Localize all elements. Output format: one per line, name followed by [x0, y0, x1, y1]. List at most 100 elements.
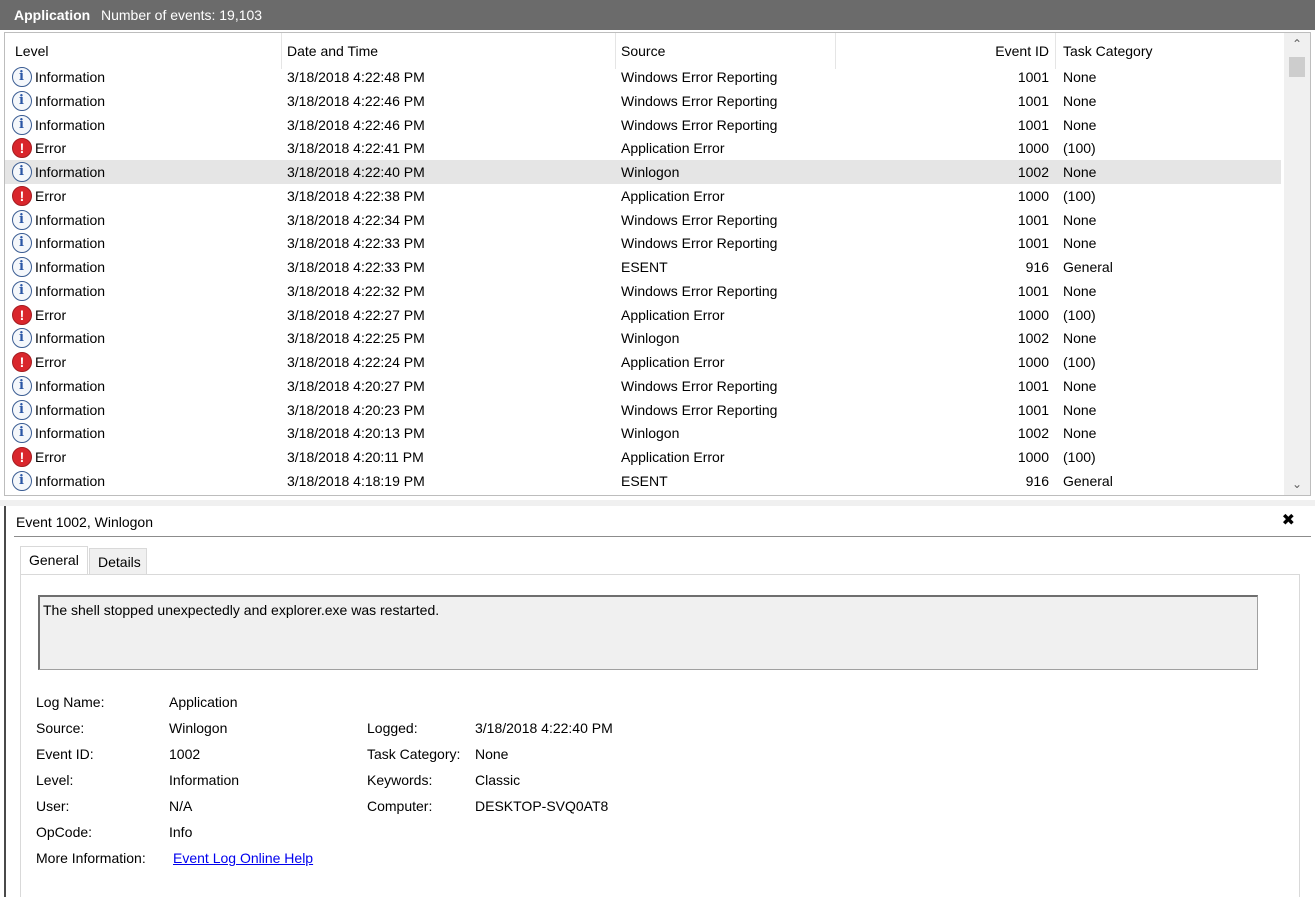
tab-general[interactable]: General	[20, 546, 88, 576]
date-time-cell: 3/18/2018 4:22:25 PM	[287, 330, 425, 347]
level-cell: Information	[35, 425, 106, 442]
level-cell: Error	[35, 306, 67, 323]
event-log-online-help-link[interactable]: Event Log Online Help	[173, 850, 313, 866]
keywords-value[interactable]: Classic	[475, 772, 520, 788]
log-name: Application	[14, 7, 91, 23]
scrollbar-thumb[interactable]	[1289, 57, 1305, 77]
table-row[interactable]: Information 3/18/2018 4:22:34 PM Windows E…	[5, 208, 1281, 232]
computer-value[interactable]: DESKTOP-SVQ0AT8	[475, 798, 608, 814]
source-value[interactable]: Winlogon	[169, 720, 227, 736]
source-cell: ESENT	[621, 472, 668, 489]
task-category-label: Task Category:	[367, 746, 461, 762]
table-row[interactable]: Information 3/18/2018 4:22:40 PM Winlogon 1…	[5, 160, 1281, 184]
level-cell: Error	[35, 449, 67, 465]
level-cell: Information	[35, 164, 106, 180]
source-cell: Application Error	[621, 354, 725, 370]
level-cell: Information	[35, 235, 106, 252]
opcode-value[interactable]: Info	[169, 824, 192, 840]
column-header-date[interactable]: Date and Time	[287, 43, 378, 59]
source-cell: Windows Error Reporting	[621, 92, 778, 109]
level-cell: Information	[35, 282, 106, 299]
log-name-label: Log Name:	[36, 694, 105, 710]
source-cell: Application Error	[621, 187, 725, 204]
task-category-cell: None	[1063, 235, 1097, 252]
level-label: Level:	[36, 772, 74, 788]
source-cell: Winlogon	[621, 330, 680, 347]
task-category-cell: None	[1063, 164, 1097, 180]
table-row[interactable]: Information 3/18/2018 4:18:19 PM ESENT 916 G…	[5, 469, 1281, 493]
source-label: Source:	[36, 720, 85, 736]
source-cell: Windows Error Reporting	[621, 377, 778, 394]
error-icon	[12, 185, 32, 206]
table-row[interactable]: Information 3/18/2018 4:20:23 PM Windows E…	[5, 398, 1281, 422]
event-detail-pane: Event 1002, Winlogon ✖ General Details T…	[4, 506, 1311, 897]
table-row[interactable]: Information 3/18/2018 4:22:33 PM Windows E…	[5, 231, 1281, 255]
level-cell: Information	[35, 401, 106, 418]
source-cell: Winlogon	[621, 425, 680, 442]
table-row[interactable]: Error 3/18/2018 4:22:27 PM Application Err…	[5, 303, 1281, 327]
close-icon[interactable]: ✖	[1282, 510, 1295, 530]
event-description[interactable]: The shell stopped unexpectedly and explo…	[38, 595, 1258, 670]
info-icon	[12, 90, 32, 111]
table-row[interactable]: Information 3/18/2018 4:22:25 PM Winlogon 1…	[5, 326, 1281, 350]
event-id-value[interactable]: 1002	[169, 746, 200, 762]
level-cell: Information	[35, 69, 106, 85]
table-row[interactable]: Information 3/18/2018 4:20:27 PM Windows E…	[5, 374, 1281, 398]
event-id-cell: 1001	[1017, 116, 1049, 133]
info-icon	[12, 399, 32, 420]
table-row[interactable]: Information 3/18/2018 4:22:46 PM Windows E…	[5, 89, 1281, 113]
tab-details[interactable]: Details	[89, 548, 147, 576]
keywords-label: Keywords:	[367, 772, 433, 788]
task-category-cell: (100)	[1063, 449, 1096, 465]
event-list[interactable]: Level Date and Time Source Event ID Task…	[4, 32, 1311, 496]
info-icon	[12, 114, 32, 135]
task-category-cell: None	[1063, 425, 1097, 442]
table-row[interactable]: Error 3/18/2018 4:22:38 PM Application Err…	[5, 184, 1281, 208]
source-cell: Application Error	[621, 306, 725, 323]
level-cell: Information	[35, 211, 106, 228]
event-id-cell: 1000	[1017, 187, 1049, 204]
event-id-cell: 1000	[1017, 449, 1049, 465]
event-id-cell: 916	[1025, 259, 1049, 275]
table-row[interactable]: Information 3/18/2018 4:20:13 PM Winlogon 1…	[5, 421, 1281, 445]
log-name-value[interactable]: Application	[169, 694, 238, 710]
table-row[interactable]: Error 3/18/2018 4:20:11 PM Application Err…	[5, 445, 1281, 469]
detail-title: Event 1002, Winlogon	[16, 514, 153, 530]
date-time-cell: 3/18/2018 4:22:40 PM	[287, 164, 425, 180]
table-row[interactable]: Information 3/18/2018 4:22:32 PM Windows E…	[5, 279, 1281, 303]
event-id-cell: 1002	[1017, 164, 1049, 180]
scroll-up-icon[interactable]: ⌃	[1284, 33, 1310, 55]
scroll-down-icon[interactable]: ⌄	[1284, 473, 1310, 495]
column-divider[interactable]	[615, 33, 616, 69]
error-icon	[12, 304, 32, 325]
level-cell: Information	[35, 330, 106, 347]
event-id-cell: 1001	[1017, 235, 1049, 252]
event-id-cell: 1001	[1017, 377, 1049, 394]
table-row[interactable]: Error 3/18/2018 4:22:24 PM Application Err…	[5, 350, 1281, 374]
table-row[interactable]: Information 3/18/2018 4:22:48 PM Windows E…	[5, 65, 1281, 89]
table-row[interactable]: Error 3/18/2018 4:22:41 PM Application Err…	[5, 136, 1281, 160]
column-header-level[interactable]: Level	[15, 43, 48, 59]
date-time-cell: 3/18/2018 4:20:11 PM	[287, 449, 424, 465]
event-id-cell: 1001	[1017, 211, 1049, 228]
table-row[interactable]: Information 3/18/2018 4:22:46 PM Windows E…	[5, 113, 1281, 137]
column-header-source[interactable]: Source	[621, 43, 665, 59]
level-cell: Error	[35, 187, 67, 204]
opcode-label: OpCode:	[36, 824, 93, 840]
computer-label: Computer:	[367, 798, 433, 814]
logged-value[interactable]: 3/18/2018 4:22:40 PM	[475, 720, 613, 736]
column-divider[interactable]	[835, 33, 836, 69]
column-header-event-id[interactable]: Event ID	[965, 43, 1049, 59]
event-id-label: Event ID:	[36, 746, 94, 762]
column-divider[interactable]	[1055, 33, 1056, 69]
user-value[interactable]: N/A	[169, 798, 192, 814]
date-time-cell: 3/18/2018 4:20:27 PM	[287, 377, 425, 394]
column-divider[interactable]	[281, 33, 282, 69]
column-header-task-category[interactable]: Task Category	[1063, 43, 1152, 59]
task-category-value[interactable]: None	[475, 746, 508, 762]
level-value[interactable]: Information	[169, 772, 239, 788]
table-row[interactable]: Information 3/18/2018 4:22:33 PM ESENT 916 G…	[5, 255, 1281, 279]
vertical-scrollbar[interactable]: ⌃ ⌄	[1284, 33, 1310, 495]
task-category-cell: General	[1063, 472, 1113, 489]
error-icon	[12, 352, 32, 372]
